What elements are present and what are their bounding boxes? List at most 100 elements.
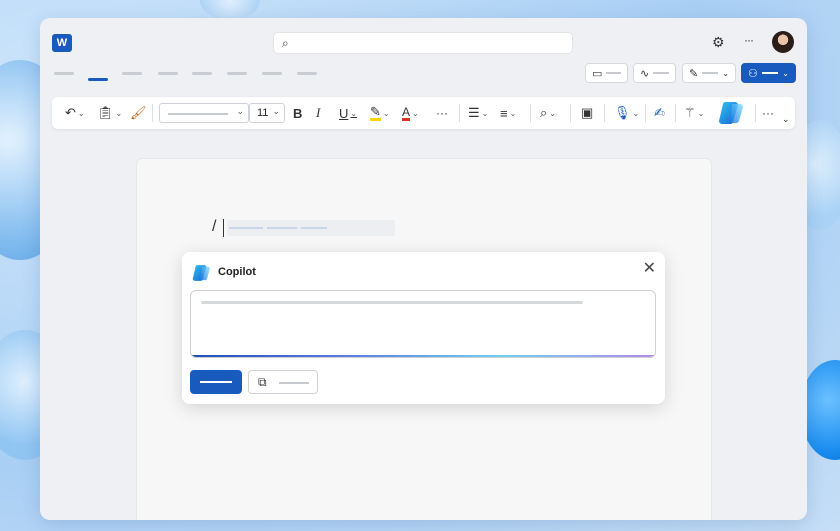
- undo-button[interactable]: ↶ ⌄: [65, 103, 85, 123]
- underline-button[interactable]: U ⌄: [339, 103, 357, 123]
- typed-text: /: [212, 218, 217, 235]
- close-icon[interactable]: ✕: [643, 258, 656, 278]
- text-cursor: [223, 219, 224, 237]
- tab-help[interactable]: [297, 72, 317, 75]
- gear-icon[interactable]: ⚙: [712, 34, 725, 51]
- align-button[interactable]: ≡ ⌄: [500, 103, 516, 123]
- chevron-down-icon: ⌄: [782, 113, 790, 124]
- prompt-placeholder: [201, 301, 583, 304]
- tab-references[interactable]: [192, 72, 212, 75]
- chevron-down-icon: ⌄: [697, 108, 705, 118]
- activity-icon: ∿: [640, 67, 650, 80]
- chevron-down-icon: ⌄: [509, 108, 517, 118]
- undo-icon: ↶: [65, 105, 76, 120]
- designer-button[interactable]: ⚚ ⌄: [684, 103, 704, 123]
- font-size-value: 11: [257, 107, 269, 119]
- more-label: ···: [436, 106, 448, 120]
- clipboard-icon: 📋︎: [97, 105, 114, 120]
- reference-file-button[interactable]: ⧉: [248, 370, 318, 394]
- underline-label: U: [339, 105, 349, 121]
- chevron-down-icon: ⌄: [272, 106, 280, 116]
- find-button[interactable]: ⌕ ⌄: [540, 103, 556, 123]
- highlight-button[interactable]: ✎ ⌄: [370, 103, 390, 123]
- dictate-button[interactable]: 🎙︎ ⌄: [614, 103, 639, 123]
- font-family-select[interactable]: ⌄: [159, 103, 249, 123]
- editor-button[interactable]: ▣: [581, 103, 593, 123]
- editing-mode-button[interactable]: ✎ ⌄: [682, 63, 736, 83]
- divider: [755, 104, 756, 122]
- microphone-icon: 🎙︎: [614, 105, 631, 120]
- chevron-down-icon: ⌄: [782, 68, 789, 78]
- input-gradient-underline: [191, 355, 655, 357]
- chevron-down-icon: ⌄: [382, 108, 390, 118]
- word-logo-icon[interactable]: W: [52, 34, 76, 52]
- align-center-icon: ≡: [500, 105, 508, 121]
- italic-button[interactable]: I: [316, 103, 320, 123]
- rewrite-button[interactable]: ✍︎: [654, 103, 665, 123]
- more-label: ···: [762, 106, 774, 120]
- divider: [645, 104, 646, 122]
- copilot-title: Copilot: [218, 266, 256, 278]
- inline-placeholder: [227, 220, 395, 236]
- tab-file[interactable]: [54, 72, 74, 75]
- comment-icon: ▭: [592, 67, 603, 80]
- divider: [459, 104, 460, 122]
- tab-review[interactable]: [227, 72, 247, 75]
- chevron-down-icon: ⌄: [350, 108, 358, 118]
- chevron-down-icon: ⌄: [236, 106, 244, 116]
- copilot-icon: [192, 265, 210, 281]
- chevron-down-icon: ⌄: [412, 108, 419, 118]
- chevron-down-icon: ⌄: [549, 108, 556, 118]
- tab-home[interactable]: [88, 78, 108, 81]
- chevron-down-icon: ⌄: [632, 108, 640, 118]
- pencil-icon: ✎: [689, 67, 699, 80]
- paintbrush-icon: 🖌︎: [130, 105, 147, 120]
- attach-file-icon: ⧉: [258, 375, 267, 389]
- title-bar: W ⌕ ⚙ ···: [40, 18, 807, 68]
- search-icon: ⌕: [540, 105, 548, 120]
- font-size-select[interactable]: 11 ⌄: [249, 103, 285, 123]
- chevron-down-icon: ⌄: [115, 108, 123, 118]
- font-color-icon: A: [402, 104, 411, 121]
- decorative-bubble: [200, 0, 260, 20]
- divider: [530, 104, 531, 122]
- divider: [675, 104, 676, 122]
- tab-layout[interactable]: [158, 72, 178, 75]
- copilot-prompt-card: Copilot ✕ ⧉: [182, 252, 665, 404]
- divider: [604, 104, 605, 122]
- bold-button[interactable]: B: [293, 103, 302, 123]
- search-box[interactable]: ⌕: [273, 32, 573, 54]
- share-button[interactable]: ⚇ ⌄: [741, 63, 796, 83]
- bold-label: B: [293, 105, 303, 121]
- bullets-button[interactable]: ☰ ⌄: [468, 103, 488, 123]
- search-icon: ⌕: [282, 36, 289, 50]
- home-ribbon: ↶ ⌄ 📋︎ ⌄ 🖌︎ ⌄ 11 ⌄ B I U ⌄ ✎ ⌄ A ⌄ ··· ☰ ⌄ ≡ ⌄ …: [52, 97, 795, 129]
- ribbon-expand-button[interactable]: ⌄: [782, 109, 790, 129]
- highlighter-icon: ✎: [370, 103, 381, 121]
- tab-view[interactable]: [262, 72, 282, 75]
- copilot-prompt-input[interactable]: [190, 290, 656, 358]
- italic-label: I: [316, 105, 321, 120]
- paste-button[interactable]: 📋︎ ⌄: [97, 103, 122, 123]
- tab-insert[interactable]: [122, 72, 142, 75]
- catch-up-button[interactable]: ∿: [633, 63, 676, 83]
- document-search-icon: ▣: [581, 105, 594, 120]
- font-color-button[interactable]: A ⌄: [402, 103, 419, 123]
- share-people-icon: ⚇: [748, 67, 758, 80]
- pen-lines-icon: ✍︎: [654, 105, 665, 120]
- copilot-icon[interactable]: [718, 100, 746, 126]
- more-font-button[interactable]: ···: [436, 103, 448, 123]
- chevron-down-icon: ⌄: [77, 108, 85, 118]
- divider: [570, 104, 571, 122]
- more-ribbon-button[interactable]: ···: [762, 103, 774, 123]
- bullet-list-icon: ☰: [468, 105, 480, 120]
- generate-button[interactable]: [190, 370, 242, 394]
- chevron-down-icon: ⌄: [722, 68, 729, 78]
- avatar[interactable]: [772, 31, 794, 53]
- magic-wand-icon: ⚚: [684, 105, 696, 120]
- divider: [152, 104, 153, 122]
- format-painter-button[interactable]: 🖌︎: [130, 103, 147, 123]
- comments-button[interactable]: ▭: [585, 63, 628, 83]
- chevron-down-icon: ⌄: [481, 108, 489, 118]
- more-options-button[interactable]: ···: [744, 33, 754, 47]
